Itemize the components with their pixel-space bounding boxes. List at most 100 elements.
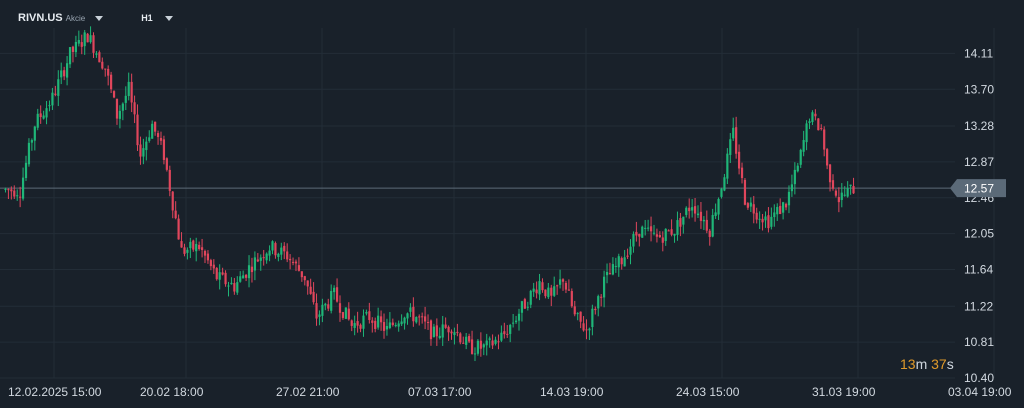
candle-body bbox=[714, 212, 717, 217]
candle-body bbox=[86, 33, 89, 43]
candle-body bbox=[89, 35, 92, 43]
candle-body bbox=[737, 151, 741, 169]
candle-body bbox=[585, 329, 588, 331]
candle-body bbox=[239, 276, 242, 282]
y-tick-label: 12.05 bbox=[964, 227, 994, 241]
candle-body bbox=[256, 259, 259, 262]
candle-body bbox=[441, 324, 444, 338]
candle-body bbox=[506, 333, 509, 335]
candle-body bbox=[353, 323, 356, 328]
candle-body bbox=[517, 313, 521, 321]
candle-body bbox=[327, 304, 330, 309]
candle-body bbox=[594, 308, 597, 311]
candle-body bbox=[561, 279, 565, 282]
x-tick-label: 24.03 15:00 bbox=[676, 385, 740, 399]
candle-body bbox=[453, 332, 456, 335]
y-axis: 14.1113.7013.2812.8712.4612.0511.6411.22… bbox=[964, 46, 994, 385]
candle-body bbox=[626, 255, 629, 257]
candle-body bbox=[679, 218, 682, 227]
candle-body bbox=[36, 113, 39, 128]
candlestick-chart[interactable]: 14.1113.7013.2812.8712.4612.0511.6411.22… bbox=[0, 0, 1024, 408]
candle-body bbox=[570, 291, 573, 307]
candle-body bbox=[124, 95, 127, 103]
candle-body bbox=[315, 303, 318, 319]
candle-body bbox=[831, 180, 835, 189]
candle-body bbox=[118, 110, 122, 119]
candle-body bbox=[54, 93, 57, 95]
x-tick-label: 14.03 19:00 bbox=[540, 385, 604, 399]
candle-body bbox=[573, 306, 576, 315]
candle-body bbox=[16, 195, 19, 197]
candle-body bbox=[649, 226, 653, 232]
candle-body bbox=[142, 148, 145, 157]
candle-body bbox=[177, 218, 180, 240]
candle-body bbox=[115, 98, 119, 119]
candle-body bbox=[652, 232, 656, 234]
candle-body bbox=[350, 320, 353, 326]
candle-body bbox=[462, 342, 465, 344]
candle-body bbox=[473, 353, 477, 355]
candle-body bbox=[101, 61, 104, 69]
candle-body bbox=[770, 216, 773, 227]
candle-body bbox=[356, 321, 359, 326]
candle-body bbox=[51, 92, 54, 106]
candle-body bbox=[852, 186, 855, 194]
y-tick-label: 13.28 bbox=[964, 119, 994, 133]
candle-body bbox=[338, 303, 342, 313]
candle-body bbox=[286, 251, 289, 260]
candle-body bbox=[673, 233, 676, 236]
candle-body bbox=[403, 317, 406, 324]
candle-body bbox=[74, 41, 77, 53]
candle-body bbox=[236, 282, 239, 293]
candle-body bbox=[808, 121, 811, 124]
candle-body bbox=[333, 287, 336, 293]
candle-body bbox=[556, 285, 559, 287]
candle-body bbox=[450, 331, 453, 334]
bar-countdown: 13m 37s bbox=[900, 356, 954, 372]
candle-body bbox=[782, 202, 785, 213]
candle-body bbox=[717, 198, 720, 215]
candle-body bbox=[488, 338, 491, 340]
candle-body bbox=[291, 261, 295, 263]
candle-body bbox=[749, 202, 752, 207]
candle-body bbox=[776, 206, 779, 215]
candle-body bbox=[277, 253, 280, 257]
candle-body bbox=[705, 219, 708, 231]
candle-body bbox=[136, 114, 139, 146]
y-tick-label: 10.81 bbox=[964, 335, 994, 349]
candle-body bbox=[394, 325, 397, 327]
candle-body bbox=[529, 290, 532, 305]
candle-body bbox=[321, 304, 324, 316]
candle-body bbox=[341, 312, 345, 318]
candle-body bbox=[740, 167, 744, 179]
x-tick-label: 27.02 21:00 bbox=[276, 385, 340, 399]
candle-body bbox=[186, 249, 189, 253]
candle-body bbox=[60, 70, 63, 78]
x-tick-label: 31.03 19:00 bbox=[812, 385, 876, 399]
candle-body bbox=[415, 317, 418, 323]
candle-body bbox=[635, 231, 638, 236]
candle-body bbox=[133, 102, 136, 115]
candle-body bbox=[421, 316, 424, 318]
candle-body bbox=[787, 191, 791, 206]
candle-body bbox=[145, 141, 148, 151]
candles bbox=[4, 26, 855, 362]
candle-body bbox=[820, 128, 823, 130]
candle-body bbox=[644, 227, 647, 229]
candle-body bbox=[617, 256, 620, 268]
candle-body bbox=[92, 35, 95, 53]
candle-body bbox=[244, 274, 248, 278]
candle-body bbox=[605, 271, 609, 276]
candle-body bbox=[397, 323, 400, 327]
candle-body bbox=[538, 281, 541, 295]
candle-body bbox=[391, 322, 394, 325]
candle-body bbox=[224, 272, 227, 285]
candle-body bbox=[641, 226, 644, 238]
candle-body bbox=[330, 290, 333, 311]
candle-body bbox=[198, 244, 201, 250]
candle-body bbox=[71, 46, 75, 52]
candle-body bbox=[68, 47, 72, 65]
candle-body bbox=[732, 127, 735, 139]
x-tick-label: 20.02 18:00 bbox=[140, 385, 204, 399]
candle-body bbox=[468, 336, 471, 342]
